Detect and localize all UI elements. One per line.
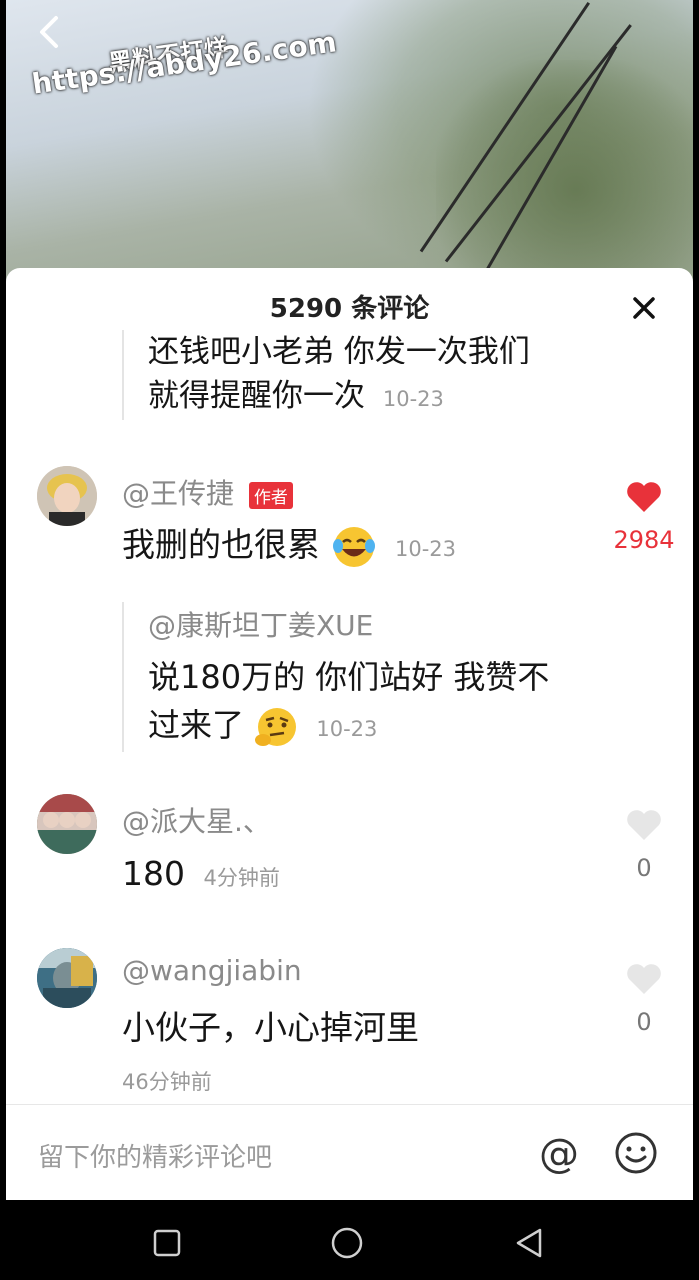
comment-text: 180 4分钟前 (122, 852, 280, 900)
close-icon (633, 297, 655, 319)
like-button[interactable] (625, 480, 663, 514)
comment-author[interactable]: @王传捷 作者 (122, 472, 293, 512)
reply-text: 过来了 (148, 706, 245, 744)
comment-sheet: 5290 条评论 还钱吧小老弟 你发一次我们 就得提醒你一次 10-23 @王传… (6, 268, 693, 1200)
comment-input-bar: 留下你的精彩评论吧 @ (6, 1104, 693, 1200)
smiley-icon (615, 1132, 657, 1174)
back-nav-button[interactable] (512, 1226, 546, 1260)
svg-text:@: @ (539, 1131, 579, 1177)
comment-text: 我删的也很累 10-23 (122, 522, 456, 572)
like-button[interactable] (625, 808, 663, 842)
avatar[interactable] (37, 794, 97, 854)
heart-icon (627, 482, 661, 512)
mention-button[interactable]: @ (536, 1131, 582, 1177)
reply-thread-line (122, 602, 124, 752)
recent-apps-button[interactable] (150, 1226, 184, 1260)
thinking-emoji-icon (255, 708, 297, 746)
author-badge: 作者 (248, 481, 293, 509)
reply-timestamp: 10-23 (316, 717, 378, 741)
circle-icon (331, 1227, 363, 1259)
heart-icon (627, 810, 661, 840)
at-sign-icon: @ (539, 1131, 579, 1177)
comment-text: 小伙子，小心掉河里 (122, 1008, 419, 1047)
laughing-tears-emoji-icon (332, 526, 375, 567)
like-count: 0 (636, 854, 652, 882)
user-avatar-image (37, 948, 97, 1008)
reply-text: 就得提醒你一次 (148, 378, 365, 414)
system-navigation-bar (0, 1200, 699, 1280)
reply-text-line-1: 还钱吧小老弟 你发一次我们 (148, 332, 530, 364)
avatar[interactable] (37, 948, 97, 1008)
like-count: 0 (636, 1008, 652, 1036)
reply-text-line-2: 过来了 10-23 (148, 702, 377, 752)
comment-timestamp: 4分钟前 (203, 866, 280, 890)
author-name: @王传捷 (122, 477, 235, 510)
reply-text-line-2: 就得提醒你一次 10-23 (148, 376, 444, 419)
user-avatar-image (37, 794, 97, 854)
close-button[interactable] (626, 290, 662, 326)
like-count: 2984 (613, 526, 675, 554)
heart-icon (627, 964, 661, 994)
comment-count-title: 5290 条评论 (269, 294, 430, 324)
reply-thread-line (122, 330, 124, 420)
comment-body: 180 (122, 854, 185, 893)
comment-timestamp: 46分钟前 (122, 1070, 212, 1094)
comment-timestamp: 10-23 (395, 537, 457, 561)
chevron-left-icon (40, 16, 58, 48)
reply-text: 说180万的 你们站好 我赞不 (148, 658, 550, 696)
home-button[interactable] (330, 1226, 364, 1260)
willow-tree-foliage (436, 60, 693, 300)
comment-author[interactable]: @派大星.、 (122, 800, 271, 840)
triangle-back-icon (516, 1228, 542, 1258)
comment-body: 我删的也很累 (122, 525, 320, 564)
back-button[interactable] (34, 14, 70, 50)
avatar[interactable] (37, 466, 97, 526)
reply-text: 还钱吧小老弟 你发一次我们 (148, 334, 530, 364)
comment-author[interactable]: @wangjiabin (122, 954, 302, 987)
like-button[interactable] (625, 962, 663, 996)
reply-text-line-1: 说180万的 你们站好 我赞不 (148, 656, 549, 698)
emoji-button[interactable] (613, 1130, 659, 1176)
comment-input[interactable]: 留下你的精彩评论吧 (38, 1137, 272, 1174)
user-avatar-image (37, 466, 97, 526)
square-icon (153, 1229, 181, 1257)
reply-timestamp: 10-23 (382, 387, 444, 411)
reply-author[interactable]: @康斯坦丁姜XUE (148, 604, 373, 644)
